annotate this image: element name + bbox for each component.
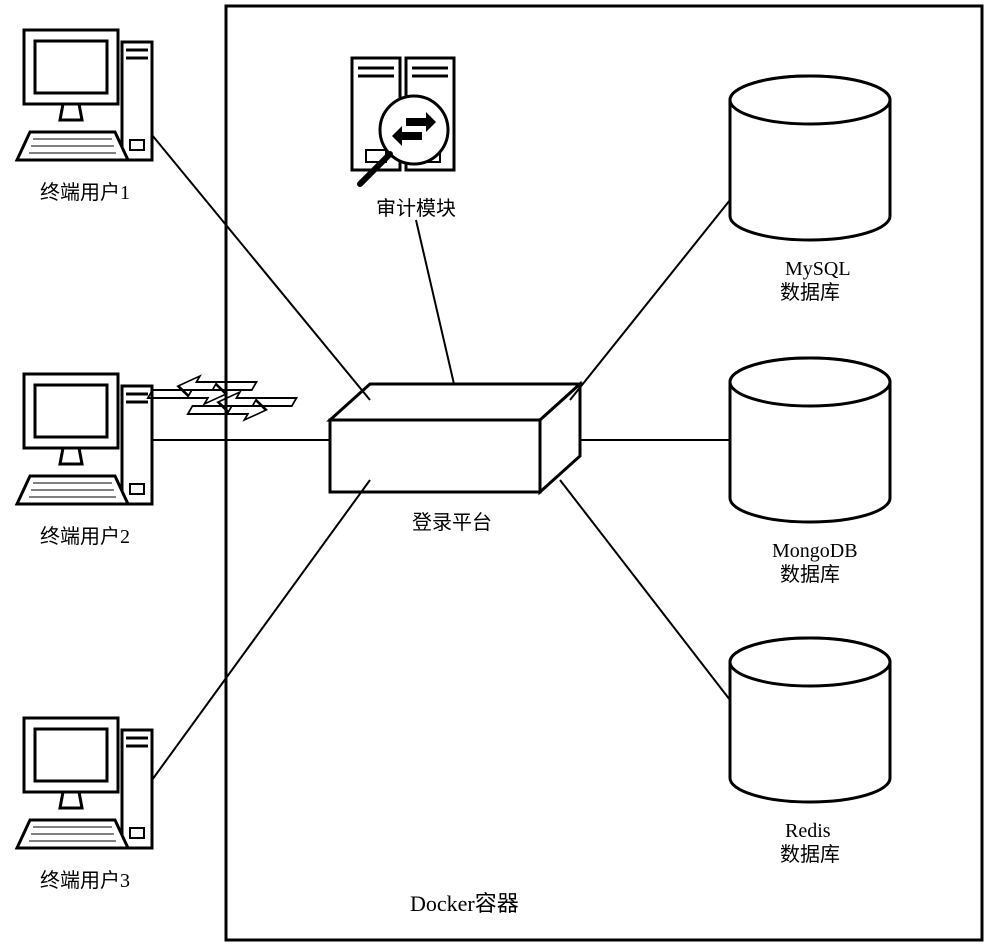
db-mongodb-name: MongoDB (772, 538, 858, 564)
audit-module-label: 审计模块 (376, 196, 456, 222)
terminal-user-3 (17, 718, 152, 848)
audit-module-icon (352, 58, 454, 184)
terminal-user-2 (17, 374, 152, 504)
db-redis-name: Redis (785, 818, 831, 844)
login-platform-label: 登录平台 (412, 510, 492, 536)
terminal-user-1-label: 终端用户1 (40, 180, 130, 206)
db-redis-sub: 数据库 (780, 842, 840, 868)
terminal-user-1 (17, 30, 152, 160)
terminal-user-2-label: 终端用户2 (40, 524, 130, 550)
db-mysql-sub: 数据库 (780, 280, 840, 306)
db-mongodb-sub: 数据库 (780, 562, 840, 588)
db-mysql-name: MySQL (785, 256, 845, 282)
database-mysql-icon (730, 76, 890, 240)
terminal-user-3-label: 终端用户3 (40, 868, 130, 894)
docker-container-label: Docker容器 (410, 890, 519, 919)
login-platform-icon (144, 376, 580, 492)
database-redis-icon (730, 638, 890, 802)
database-mongodb-icon (730, 358, 890, 522)
